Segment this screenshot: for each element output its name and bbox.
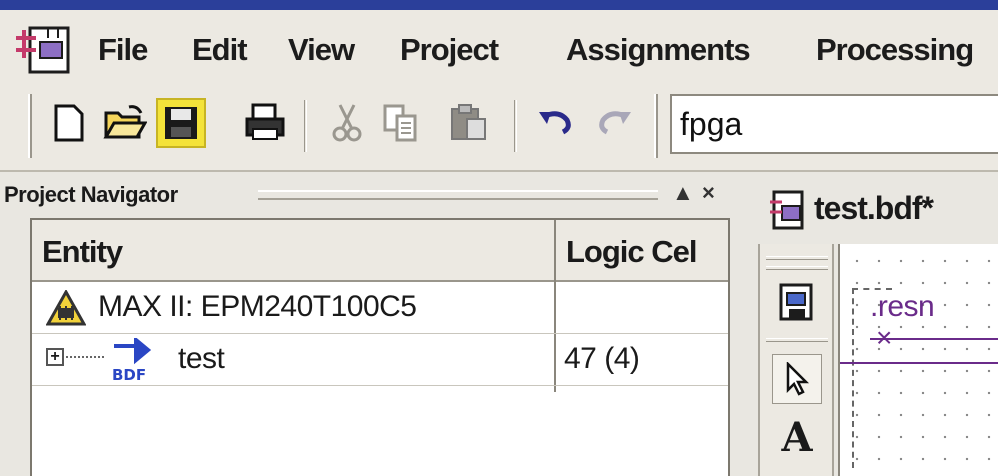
toolbar-separator xyxy=(304,100,307,152)
table-row[interactable]: MAX II: EPM240T100C5 xyxy=(32,282,728,334)
copy-icon[interactable] xyxy=(376,98,426,148)
quartus-app-icon[interactable] xyxy=(14,24,72,76)
project-combo-value: fpga xyxy=(680,106,743,142)
tree-connector xyxy=(66,356,104,358)
bdf-file-icon: BDF xyxy=(108,335,158,387)
pointer-icon[interactable] xyxy=(772,354,822,404)
print-icon[interactable] xyxy=(240,98,290,148)
undo-icon[interactable] xyxy=(530,98,580,148)
new-file-icon[interactable] xyxy=(44,98,94,148)
open-folder-icon[interactable] xyxy=(100,98,150,148)
entity-test-label: test xyxy=(178,342,225,375)
window-title-strip xyxy=(0,0,998,10)
toolbar-grip[interactable] xyxy=(766,266,828,270)
close-icon[interactable]: × xyxy=(702,180,715,206)
entity-device-label: MAX II: EPM240T100C5 xyxy=(98,290,417,323)
menu-bar: File Edit View Project Assignments Proce… xyxy=(0,10,998,80)
project-navigator-title: Project Navigator xyxy=(4,182,178,207)
toolbar-grip[interactable] xyxy=(28,94,32,158)
column-header-entity[interactable]: Entity xyxy=(32,220,554,282)
toolbar-grip[interactable] xyxy=(654,94,658,158)
logic-cells-value: 47 (4) xyxy=(564,342,640,375)
warning-chip-icon xyxy=(45,288,87,331)
pin-label[interactable]: .resn xyxy=(870,290,935,324)
block-editor-toolbar: A xyxy=(758,244,834,476)
toolbar-separator xyxy=(766,338,828,342)
menu-processing[interactable]: Processing xyxy=(816,32,974,68)
table-row[interactable]: + BDF test 47 (4) xyxy=(32,334,728,386)
block-tool-icon[interactable] xyxy=(772,278,822,328)
toolbar-grip[interactable] xyxy=(766,256,828,260)
project-navigator-panel: Entity Logic Cel MAX II: EPM240T100C5 + … xyxy=(30,218,730,476)
paste-icon[interactable] xyxy=(444,98,494,148)
svg-text:BDF: BDF xyxy=(112,366,146,382)
menu-project[interactable]: Project xyxy=(400,32,499,68)
main-toolbar: fpga xyxy=(0,80,998,172)
project-combo[interactable]: fpga xyxy=(670,94,998,154)
redo-icon[interactable] xyxy=(590,98,640,148)
project-navigator-header: Project Navigator ▲ × xyxy=(0,172,735,218)
menu-assignments[interactable]: Assignments xyxy=(566,32,751,68)
save-icon[interactable] xyxy=(156,98,206,148)
column-header-logic-cells[interactable]: Logic Cel xyxy=(556,220,728,282)
bdf-document-icon xyxy=(768,190,806,235)
collapse-icon[interactable]: ▲ xyxy=(672,180,694,206)
toolbar-separator xyxy=(514,100,517,152)
cut-icon[interactable] xyxy=(322,98,372,148)
menu-edit[interactable]: Edit xyxy=(192,32,248,68)
tab-test-bdf[interactable]: test.bdf* xyxy=(758,180,998,240)
menu-view[interactable]: View xyxy=(288,32,355,68)
menu-file[interactable]: File xyxy=(98,32,148,68)
text-tool-icon[interactable]: A xyxy=(772,412,822,462)
signal-wire[interactable] xyxy=(840,362,998,364)
tab-title: test.bdf* xyxy=(814,190,934,226)
expand-toggle[interactable]: + xyxy=(46,348,64,366)
wire-endpoint-icon: × xyxy=(876,322,893,353)
title-drag-line[interactable] xyxy=(258,190,658,200)
